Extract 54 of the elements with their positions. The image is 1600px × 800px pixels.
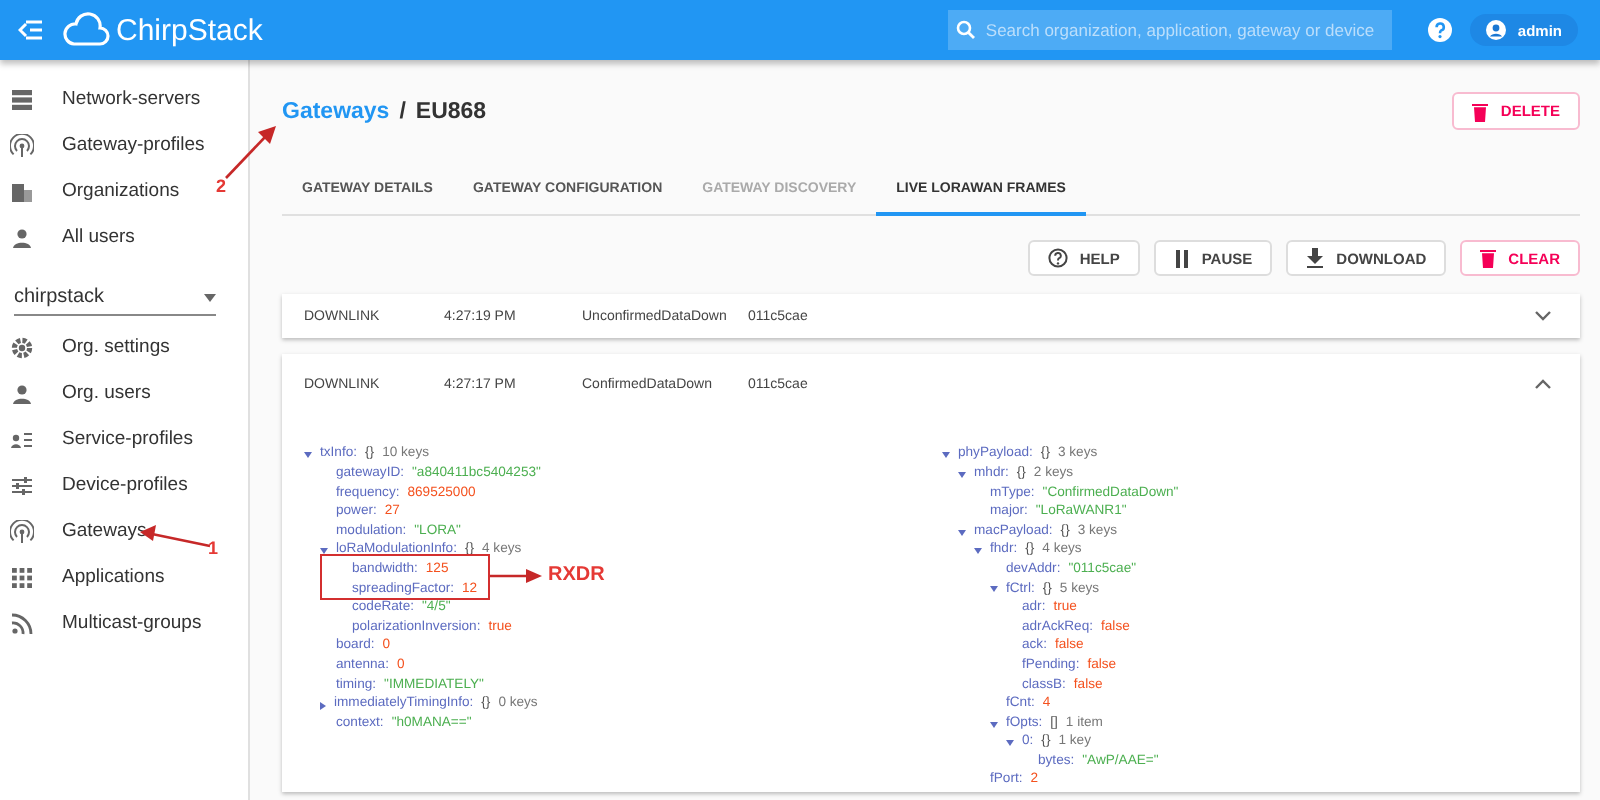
list-user-icon (10, 427, 34, 451)
tree-toggle-icon[interactable] (958, 471, 966, 478)
sidebar-item[interactable]: Gateway-profiles (0, 122, 205, 168)
sidebar-item[interactable]: Network-servers (0, 76, 201, 122)
sidebar-item[interactable]: All users (0, 214, 135, 260)
annotation-label: 2 (216, 176, 227, 196)
help-icon (1047, 248, 1068, 268)
tree-toggle-icon[interactable] (990, 586, 998, 593)
tree-toggle-icon[interactable] (304, 452, 312, 459)
cloud-logo-icon (62, 12, 110, 48)
tree-toggle-icon[interactable] (320, 548, 328, 555)
page-title: EU868 (415, 99, 487, 123)
menu-collapse-icon[interactable] (18, 20, 42, 40)
sidebar-item[interactable]: Org. settings (0, 324, 170, 370)
gear-icon (10, 335, 34, 359)
sidebar-item[interactable]: Org. users (0, 370, 151, 416)
organization-select[interactable]: chirpstack (14, 278, 216, 316)
pause-icon (1173, 249, 1190, 267)
antenna-icon (10, 133, 34, 157)
rss-icon (10, 611, 34, 635)
search-icon (955, 20, 976, 40)
annotation-label: RXDR (548, 564, 605, 586)
tree-toggle-icon[interactable] (320, 701, 326, 710)
sidebar-item[interactable]: Gateways (0, 508, 147, 554)
user-icon (10, 225, 34, 249)
account-icon (1485, 20, 1506, 40)
grid-icon (10, 565, 34, 589)
collapse-chevron-icon[interactable] (1534, 378, 1552, 390)
download-icon (1306, 248, 1325, 268)
sidebar-item[interactable]: Device-profiles (0, 462, 188, 508)
building-icon (10, 179, 34, 203)
sidebar-item[interactable]: Service-profiles (0, 416, 193, 462)
tree-toggle-icon[interactable] (958, 529, 966, 536)
tree-toggle-icon[interactable] (942, 452, 950, 459)
antenna-icon (10, 519, 34, 543)
breadcrumb-separator: / (399, 99, 406, 123)
user-icon (10, 381, 34, 405)
trash-icon (1480, 248, 1497, 268)
sidebar-item[interactable]: Organizations (0, 168, 180, 214)
annotation-label: 1 (208, 538, 219, 558)
server-icon (10, 87, 34, 111)
expand-chevron-icon[interactable] (1534, 310, 1552, 322)
trash-icon (1472, 101, 1489, 121)
help-icon[interactable] (1427, 18, 1452, 42)
dropdown-caret-icon (204, 293, 216, 301)
tree-toggle-icon[interactable] (1006, 740, 1014, 747)
sidebar-item[interactable]: Multicast-groups (0, 600, 202, 646)
tree-toggle-icon[interactable] (990, 721, 998, 728)
search-field[interactable]: Search organization, application, gateway or device (947, 10, 1392, 50)
annotation-arrow (224, 124, 276, 180)
sidebar-item[interactable]: Applications (0, 554, 165, 600)
annotation-arrow (490, 568, 542, 584)
tree-toggle-icon[interactable] (974, 548, 982, 555)
sliders-icon (10, 473, 34, 497)
